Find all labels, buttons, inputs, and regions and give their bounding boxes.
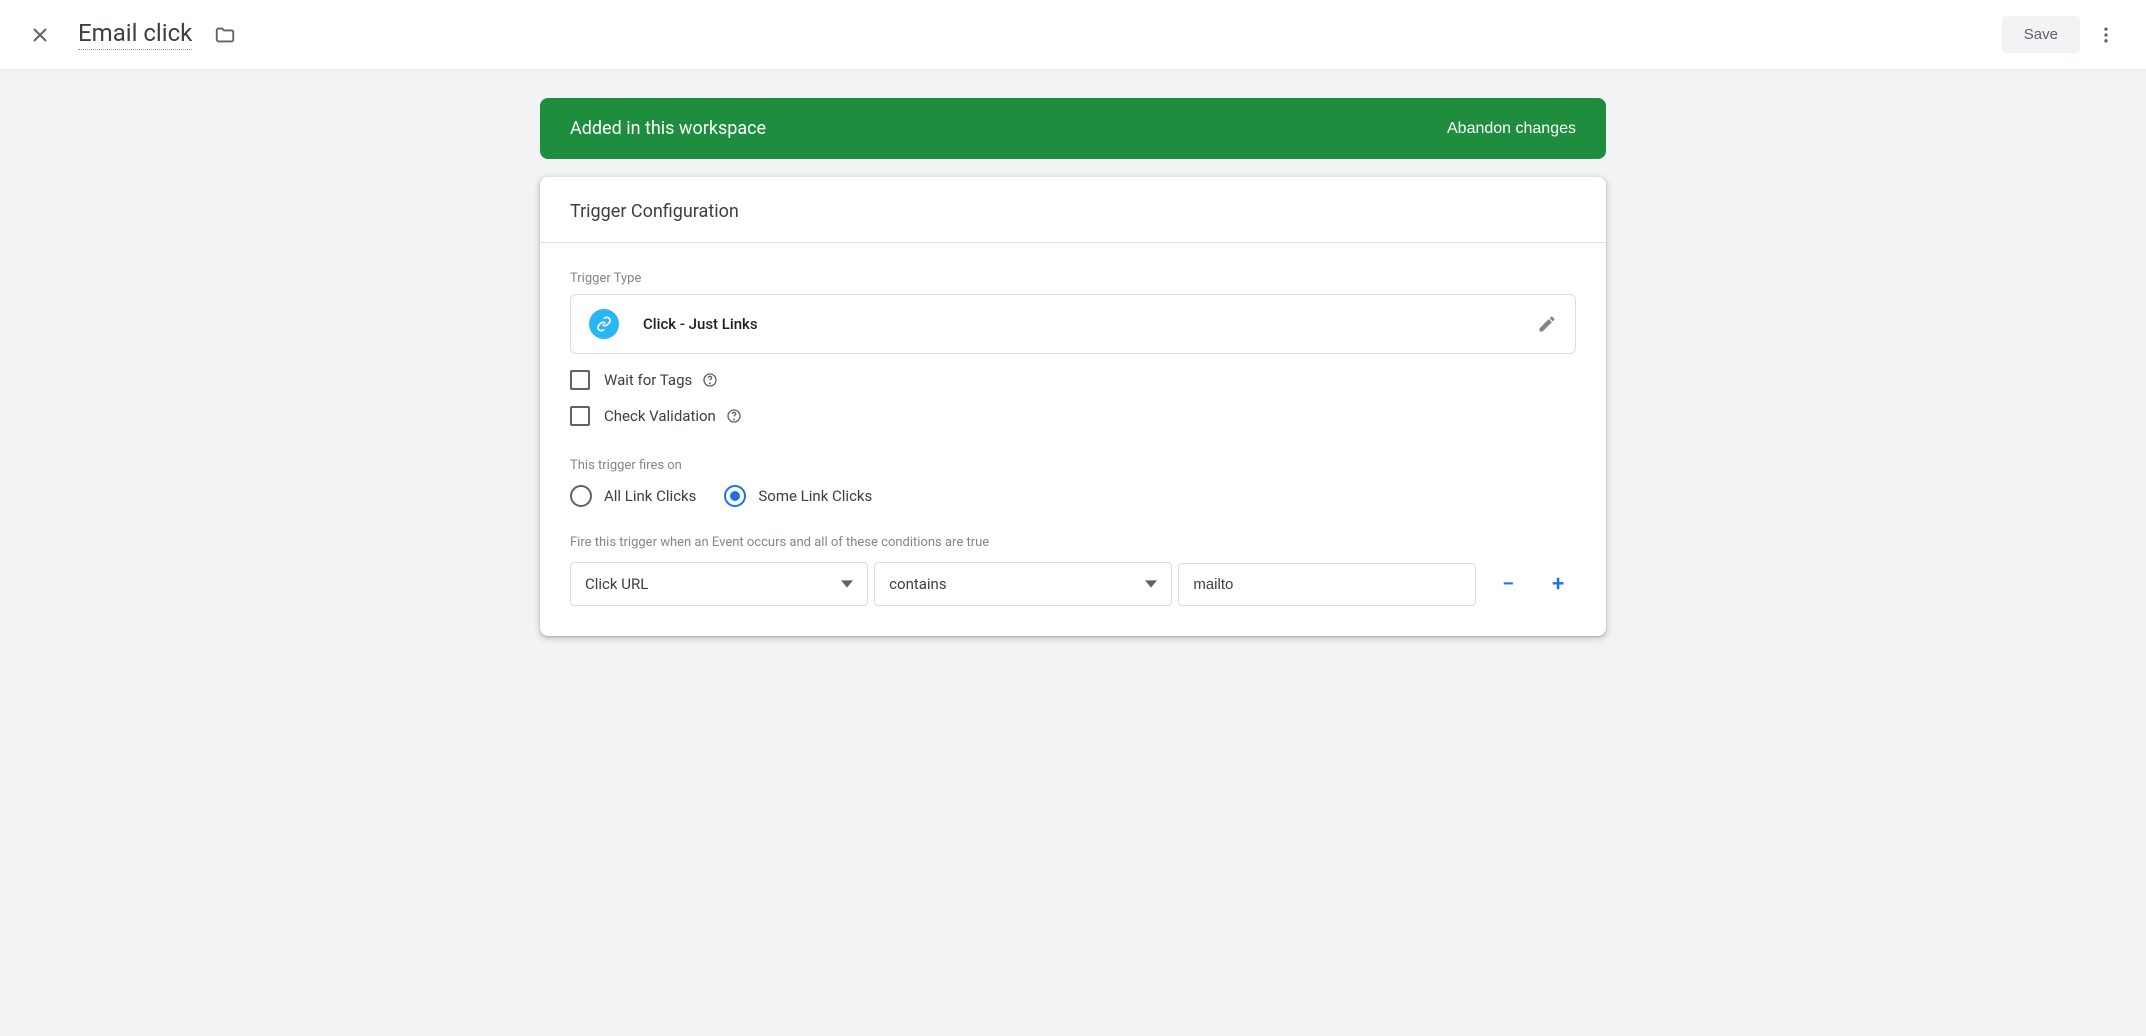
radio-some-label: Some Link Clicks bbox=[758, 487, 872, 505]
topbar: Email click Save bbox=[0, 0, 2146, 70]
radio-some-input[interactable] bbox=[724, 485, 746, 507]
trigger-type-selector[interactable]: Click - Just Links bbox=[570, 294, 1576, 354]
radio-some-link-clicks[interactable]: Some Link Clicks bbox=[724, 485, 872, 507]
radio-all-input[interactable] bbox=[570, 485, 592, 507]
edit-trigger-type-button[interactable] bbox=[1537, 314, 1557, 334]
condition-row: Click URL contains − + bbox=[570, 562, 1576, 606]
trigger-config-card: Trigger Configuration Trigger Type Click… bbox=[540, 177, 1606, 636]
check-validation-row: Check Validation bbox=[570, 406, 1576, 426]
radio-all-link-clicks[interactable]: All Link Clicks bbox=[570, 485, 696, 507]
abandon-changes-button[interactable]: Abandon changes bbox=[1447, 120, 1576, 138]
check-validation-help[interactable] bbox=[726, 408, 742, 424]
workspace-banner: Added in this workspace Abandon changes bbox=[540, 98, 1606, 159]
close-button[interactable] bbox=[20, 15, 60, 55]
page-title[interactable]: Email click bbox=[78, 19, 192, 50]
fires-on-label: This trigger fires on bbox=[570, 458, 1576, 473]
more-menu-button[interactable] bbox=[2086, 15, 2126, 55]
condition-variable-value: Click URL bbox=[585, 575, 648, 593]
chevron-down-icon bbox=[841, 578, 853, 590]
help-icon bbox=[702, 372, 718, 388]
trigger-type-label: Trigger Type bbox=[570, 271, 1576, 286]
chevron-down-icon bbox=[1145, 578, 1157, 590]
check-validation-label: Check Validation bbox=[604, 407, 716, 425]
condition-value-input[interactable] bbox=[1178, 563, 1476, 606]
radio-all-label: All Link Clicks bbox=[604, 487, 696, 505]
condition-operator-dropdown[interactable]: contains bbox=[874, 562, 1172, 606]
folder-button[interactable] bbox=[214, 24, 236, 46]
trigger-type-value: Click - Just Links bbox=[643, 315, 758, 333]
banner-text: Added in this workspace bbox=[570, 118, 766, 139]
remove-condition-button[interactable]: − bbox=[1490, 566, 1526, 602]
more-vert-icon bbox=[2096, 25, 2116, 45]
help-icon bbox=[726, 408, 742, 424]
pencil-icon bbox=[1537, 314, 1557, 334]
wait-for-tags-row: Wait for Tags bbox=[570, 370, 1576, 390]
card-title: Trigger Configuration bbox=[540, 177, 1606, 243]
condition-hint: Fire this trigger when an Event occurs a… bbox=[570, 535, 1576, 550]
close-icon bbox=[28, 23, 52, 47]
condition-variable-dropdown[interactable]: Click URL bbox=[570, 562, 868, 606]
save-button[interactable]: Save bbox=[2002, 16, 2080, 53]
wait-for-tags-help[interactable] bbox=[702, 372, 718, 388]
add-condition-button[interactable]: + bbox=[1540, 566, 1576, 602]
check-validation-checkbox[interactable] bbox=[570, 406, 590, 426]
condition-operator-value: contains bbox=[889, 575, 946, 593]
wait-for-tags-checkbox[interactable] bbox=[570, 370, 590, 390]
folder-icon bbox=[214, 24, 236, 46]
wait-for-tags-label: Wait for Tags bbox=[604, 371, 692, 389]
link-icon bbox=[589, 309, 619, 339]
